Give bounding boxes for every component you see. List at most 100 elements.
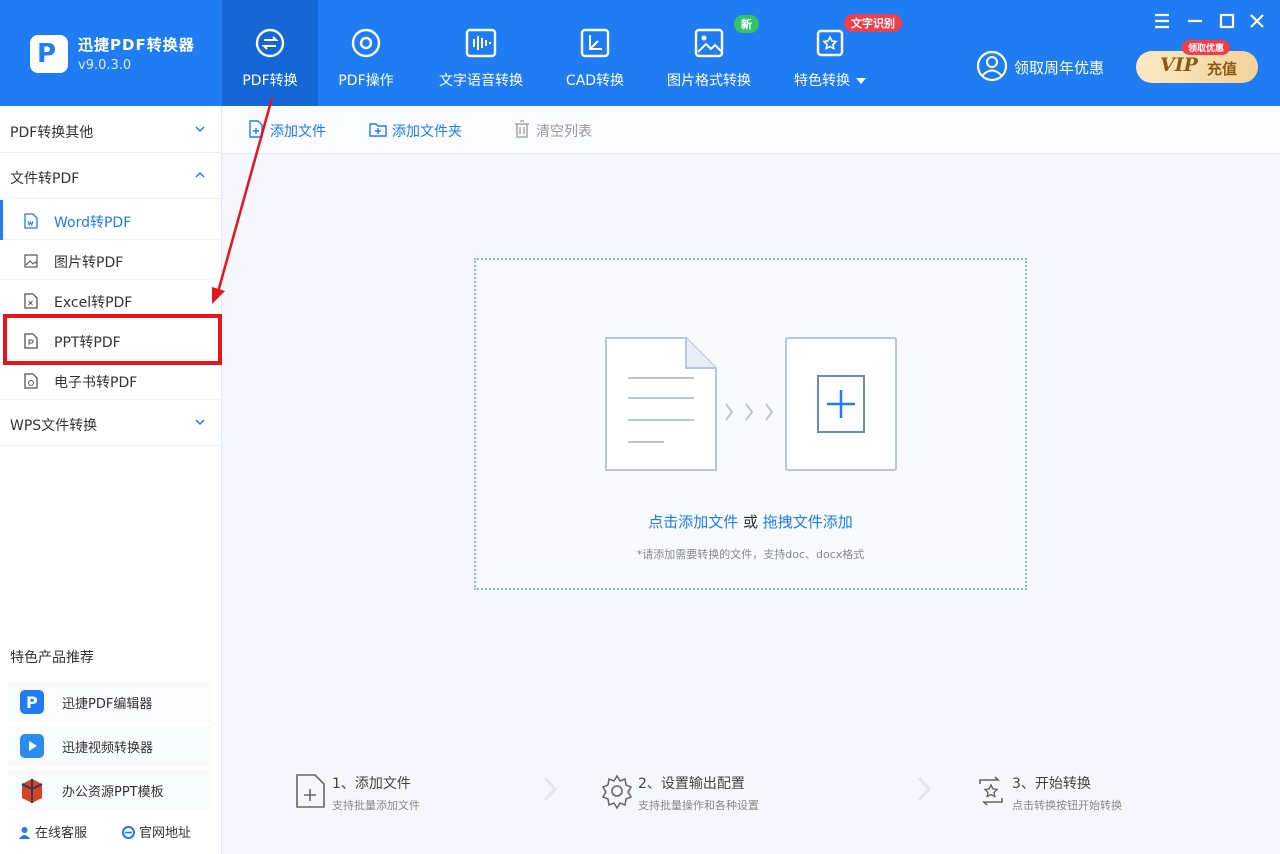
image-file-icon <box>24 254 38 268</box>
recommend-ppt-template[interactable]: 办公资源PPT模板 <box>8 770 212 810</box>
chevron-right-icon <box>725 403 774 421</box>
trash-icon <box>515 120 529 138</box>
sidebar-item-image-to-pdf[interactable]: 图片转PDF <box>0 240 222 280</box>
ppt-file-icon <box>24 333 38 349</box>
sidebar-group-file-to-pdf[interactable]: 文件转PDF <box>0 153 222 199</box>
special-convert-icon <box>816 29 844 57</box>
online-service-link[interactable]: 在线客服 <box>18 822 87 841</box>
add-folder-label: 添加文件夹 <box>392 124 462 140</box>
service-label: 在线客服 <box>35 826 88 841</box>
video-converter-icon <box>20 734 44 758</box>
tab-label: 文字语音转换 <box>439 73 523 89</box>
user-icon <box>19 827 30 839</box>
tab-text-voice[interactable]: 文字语音转换 <box>426 0 536 106</box>
close-icon[interactable] <box>1246 10 1268 32</box>
tab-pdf-convert[interactable]: PDF转换 <box>222 0 318 106</box>
app-name: 迅捷PDF转换器 <box>78 36 195 54</box>
dropdown-caret-icon <box>856 78 866 84</box>
voice-wave-icon <box>465 28 497 58</box>
sidebar-group-pdf-other[interactable]: PDF转换其他 <box>0 107 222 153</box>
app-logo: P <box>30 35 68 73</box>
step-title: 2、设置输出配置 <box>638 776 745 792</box>
recharge-label: 充值 <box>1207 60 1238 78</box>
or-text: 或 <box>738 513 763 531</box>
file-toolbar: 添加文件 添加文件夹 清空列表 <box>222 106 1280 154</box>
item-label: PPT转PDF <box>54 335 121 351</box>
group-label: 文件转PDF <box>10 171 80 187</box>
convert-star-icon <box>979 776 1003 806</box>
sidebar-item-excel-to-pdf[interactable]: Excel转PDF <box>0 280 222 320</box>
cad-icon <box>580 28 610 58</box>
format-hint: *请添加需要转换的文件，支持doc、docx格式 <box>636 548 865 561</box>
menu-icon[interactable] <box>1151 10 1173 32</box>
new-badge: 新 <box>734 15 759 33</box>
item-label: 图片转PDF <box>54 255 124 271</box>
image-icon <box>694 28 724 58</box>
step-arrow-icon <box>917 776 932 802</box>
add-file-step-icon <box>296 774 325 808</box>
step-title: 1、添加文件 <box>332 776 411 792</box>
ocr-badge: 文字识别 <box>844 14 902 32</box>
excel-file-icon <box>24 293 38 309</box>
step-desc: 支持批量操作和各种设置 <box>638 799 759 812</box>
promo-label: 领取周年优惠 <box>1014 59 1105 77</box>
chevron-down-icon <box>195 126 205 133</box>
drop-instruction: 点击添加文件 或 拖拽文件添加 <box>476 511 1025 532</box>
group-label: WPS文件转换 <box>10 418 98 434</box>
app-header: P 迅捷PDF转换器 v9.0.3.0 PDF转换 PDF操作 文字语音转换 C… <box>0 0 1280 106</box>
add-file-label: 添加文件 <box>270 124 326 140</box>
user-circle-icon <box>976 50 1008 82</box>
gear-icon <box>601 774 633 810</box>
convert-icon <box>255 28 285 58</box>
recommend-title: 特色产品推荐 <box>10 650 94 666</box>
svg-text:P: P <box>26 693 38 712</box>
vip-label: VIP <box>1160 54 1198 76</box>
clear-list-label: 清空列表 <box>536 124 592 140</box>
minimize-icon[interactable] <box>1184 10 1206 32</box>
step-desc: 点击转换按钮开始转换 <box>1012 799 1122 812</box>
sidebar-item-ppt-to-pdf[interactable]: PPT转PDF <box>0 320 222 360</box>
step-desc: 支持批量添加文件 <box>332 799 420 812</box>
file-drop-zone[interactable]: 点击添加文件 或 拖拽文件添加 *请添加需要转换的文件，支持doc、docx格式 <box>474 258 1027 590</box>
drag-add-link[interactable]: 拖拽文件添加 <box>763 513 853 531</box>
tab-label: 图片格式转换 <box>667 73 751 89</box>
vip-discount-badge: 领取优惠 <box>1182 40 1231 55</box>
recommend-label: 办公资源PPT模板 <box>62 785 164 800</box>
step-title: 3、开始转换 <box>1012 776 1091 792</box>
group-label: PDF转换其他 <box>10 125 94 141</box>
vip-recharge-button[interactable]: VIP 充值 <box>1136 51 1258 83</box>
tab-label: PDF转换 <box>242 73 298 89</box>
website-label: 官网地址 <box>139 826 192 841</box>
ppt-template-icon <box>21 779 43 803</box>
website-link[interactable]: 官网地址 <box>122 822 191 841</box>
app-version: v9.0.3.0 <box>78 58 132 73</box>
sidebar-group-wps[interactable]: WPS文件转换 <box>0 400 222 446</box>
recommend-pdf-editor[interactable]: P 迅捷PDF编辑器 <box>8 682 212 722</box>
item-label: 电子书转PDF <box>54 375 138 391</box>
recommend-video-converter[interactable]: 迅捷视频转换器 <box>8 726 212 766</box>
sidebar-item-ebook-to-pdf[interactable]: 电子书转PDF <box>0 360 222 400</box>
tab-label: PDF操作 <box>338 73 394 89</box>
recommend-label: 迅捷视频转换器 <box>62 741 154 756</box>
ie-icon <box>122 826 135 839</box>
recommend-label: 迅捷PDF编辑器 <box>62 697 153 712</box>
click-add-link[interactable]: 点击添加文件 <box>648 513 738 531</box>
item-label: Word转PDF <box>54 215 132 231</box>
chevron-down-icon <box>195 419 205 426</box>
tab-pdf-operate[interactable]: PDF操作 <box>323 0 409 106</box>
tab-label: CAD转换 <box>565 73 625 89</box>
ebook-file-icon <box>24 373 38 389</box>
add-file-icon <box>249 120 263 138</box>
maximize-icon[interactable] <box>1216 10 1238 32</box>
chevron-up-icon <box>195 171 205 178</box>
tab-cad[interactable]: CAD转换 <box>552 0 638 106</box>
word-file-icon <box>24 213 38 229</box>
add-folder-icon <box>369 123 387 137</box>
sidebar-item-word-to-pdf[interactable]: Word转PDF <box>0 200 222 240</box>
document-icon <box>605 337 717 471</box>
item-label: Excel转PDF <box>54 295 133 311</box>
pdf-editor-icon: P <box>20 690 44 714</box>
drop-illustration <box>605 337 897 471</box>
add-target-icon <box>785 337 897 471</box>
tab-label: 特色转换 <box>782 70 878 90</box>
